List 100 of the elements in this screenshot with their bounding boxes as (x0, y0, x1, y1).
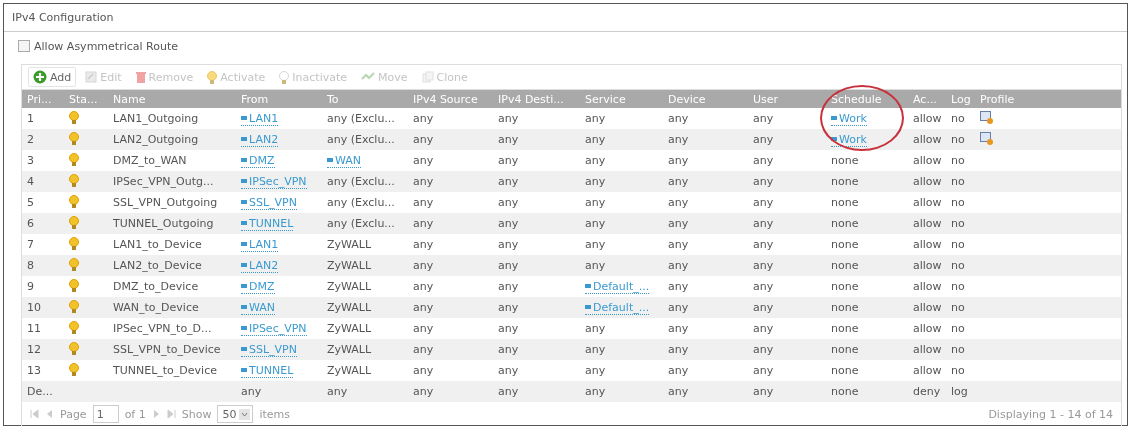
table-cell: any (498, 196, 519, 209)
table-cell: none (831, 322, 859, 335)
table-cell: 3 (27, 154, 34, 167)
table-cell: any (585, 154, 606, 167)
object-link[interactable]: DMZ (241, 153, 275, 168)
move-icon (361, 72, 376, 82)
checkbox-label[interactable]: Allow Asymmetrical Route (34, 39, 178, 53)
table-cell: any (498, 301, 519, 314)
object-link[interactable]: Work (831, 111, 867, 126)
table-cell: ZyWALL (327, 322, 372, 335)
object-icon (241, 304, 247, 311)
object-icon (241, 262, 247, 269)
panel-title: IPv4 Configuration (12, 11, 114, 24)
object-link[interactable]: WAN (327, 153, 362, 168)
dropdown-icon (239, 408, 251, 420)
object-link[interactable]: SSL_VPN (241, 195, 297, 210)
page-field[interactable]: 1 (92, 405, 119, 423)
table-cell: any (753, 196, 774, 209)
column-header[interactable]: Profile (980, 92, 1015, 106)
object-icon (241, 136, 247, 143)
table-cell: any (668, 259, 689, 272)
checkbox[interactable] (18, 40, 30, 52)
table-cell: any (585, 196, 606, 209)
bulb-icon (69, 320, 79, 334)
bulb-icon (69, 131, 79, 145)
table-cell: any (668, 364, 689, 377)
column-header[interactable]: To (327, 92, 339, 106)
object-icon (241, 283, 247, 290)
table-cell: 11 (27, 322, 41, 335)
table-cell: any (753, 280, 774, 293)
table-cell: none (831, 175, 859, 188)
bulb-outline-icon (279, 70, 290, 84)
table-cell: any (753, 175, 774, 188)
object-link[interactable]: Default_... (585, 279, 650, 294)
table-cell: 5 (27, 196, 34, 209)
table-cell: any (Exclu... (327, 217, 395, 230)
table-cell: any (753, 259, 774, 272)
table-cell: any (753, 322, 774, 335)
object-link[interactable]: LAN1 (241, 237, 279, 252)
table-cell: no (951, 301, 965, 314)
page-size-select[interactable]: 50 (217, 405, 254, 423)
table-cell: no (951, 154, 965, 167)
table-cell: any (753, 238, 774, 251)
object-icon (241, 220, 247, 227)
table-cell: any (585, 112, 606, 125)
table-cell: any (498, 364, 519, 377)
table-cell: any (668, 112, 689, 125)
object-icon (241, 157, 247, 164)
object-icon (831, 115, 837, 122)
table-cell: DMZ_to_WAN (113, 154, 187, 167)
table-cell: any (327, 385, 348, 398)
table-cell: no (951, 238, 965, 251)
object-link[interactable]: IPSec_VPN (241, 321, 307, 336)
table-cell: allow (913, 175, 942, 188)
bulb-icon (69, 362, 79, 376)
table-cell: TUNNEL_Outgoing (113, 217, 214, 230)
last-page-icon (166, 409, 176, 419)
table-cell: no (951, 364, 965, 377)
table-cell: 13 (27, 364, 41, 377)
table-cell: any (585, 385, 606, 398)
table-cell: any (498, 343, 519, 356)
table-cell: any (585, 343, 606, 356)
table-cell: any (498, 322, 519, 335)
table-cell: ZyWALL (327, 301, 372, 314)
table-cell: 4 (27, 175, 34, 188)
bulb-icon (69, 173, 79, 187)
table-cell: any (668, 301, 689, 314)
toolbar-button[interactable]: Add (28, 67, 77, 87)
table-cell: any (498, 154, 519, 167)
bulb-icon (69, 299, 79, 313)
object-link[interactable]: DMZ (241, 279, 275, 294)
table-cell: ZyWALL (327, 238, 372, 251)
table-cell: any (413, 196, 434, 209)
table-cell: any (Exclu... (327, 133, 395, 146)
table-cell: any (498, 280, 519, 293)
bulb-icon (69, 236, 79, 250)
table-cell: De... (27, 385, 53, 398)
object-link[interactable]: TUNNEL (241, 363, 294, 378)
object-icon (241, 346, 247, 353)
bulb-icon (207, 70, 218, 84)
items-label: items (259, 407, 291, 421)
table-cell: any (753, 133, 774, 146)
table-cell: allow (913, 322, 942, 335)
table-cell: none (831, 154, 859, 167)
table-cell: allow (913, 343, 942, 356)
display-summary: Displaying 1 - 14 of 14 (988, 407, 1113, 421)
table-cell: none (831, 385, 859, 398)
table-cell: IPSec_VPN_Outg... (113, 175, 214, 188)
table-cell: any (753, 301, 774, 314)
object-link[interactable]: LAN1 (241, 111, 279, 126)
table-cell: allow (913, 280, 942, 293)
next-page-icon (151, 409, 161, 419)
table-cell: allow (913, 238, 942, 251)
table-cell: any (585, 322, 606, 335)
table-cell: none (831, 217, 859, 230)
table-cell: DMZ_to_Device (113, 280, 199, 293)
table-cell: any (413, 322, 434, 335)
clone-icon (421, 71, 434, 83)
table-cell: any (498, 175, 519, 188)
table-cell: any (668, 238, 689, 251)
